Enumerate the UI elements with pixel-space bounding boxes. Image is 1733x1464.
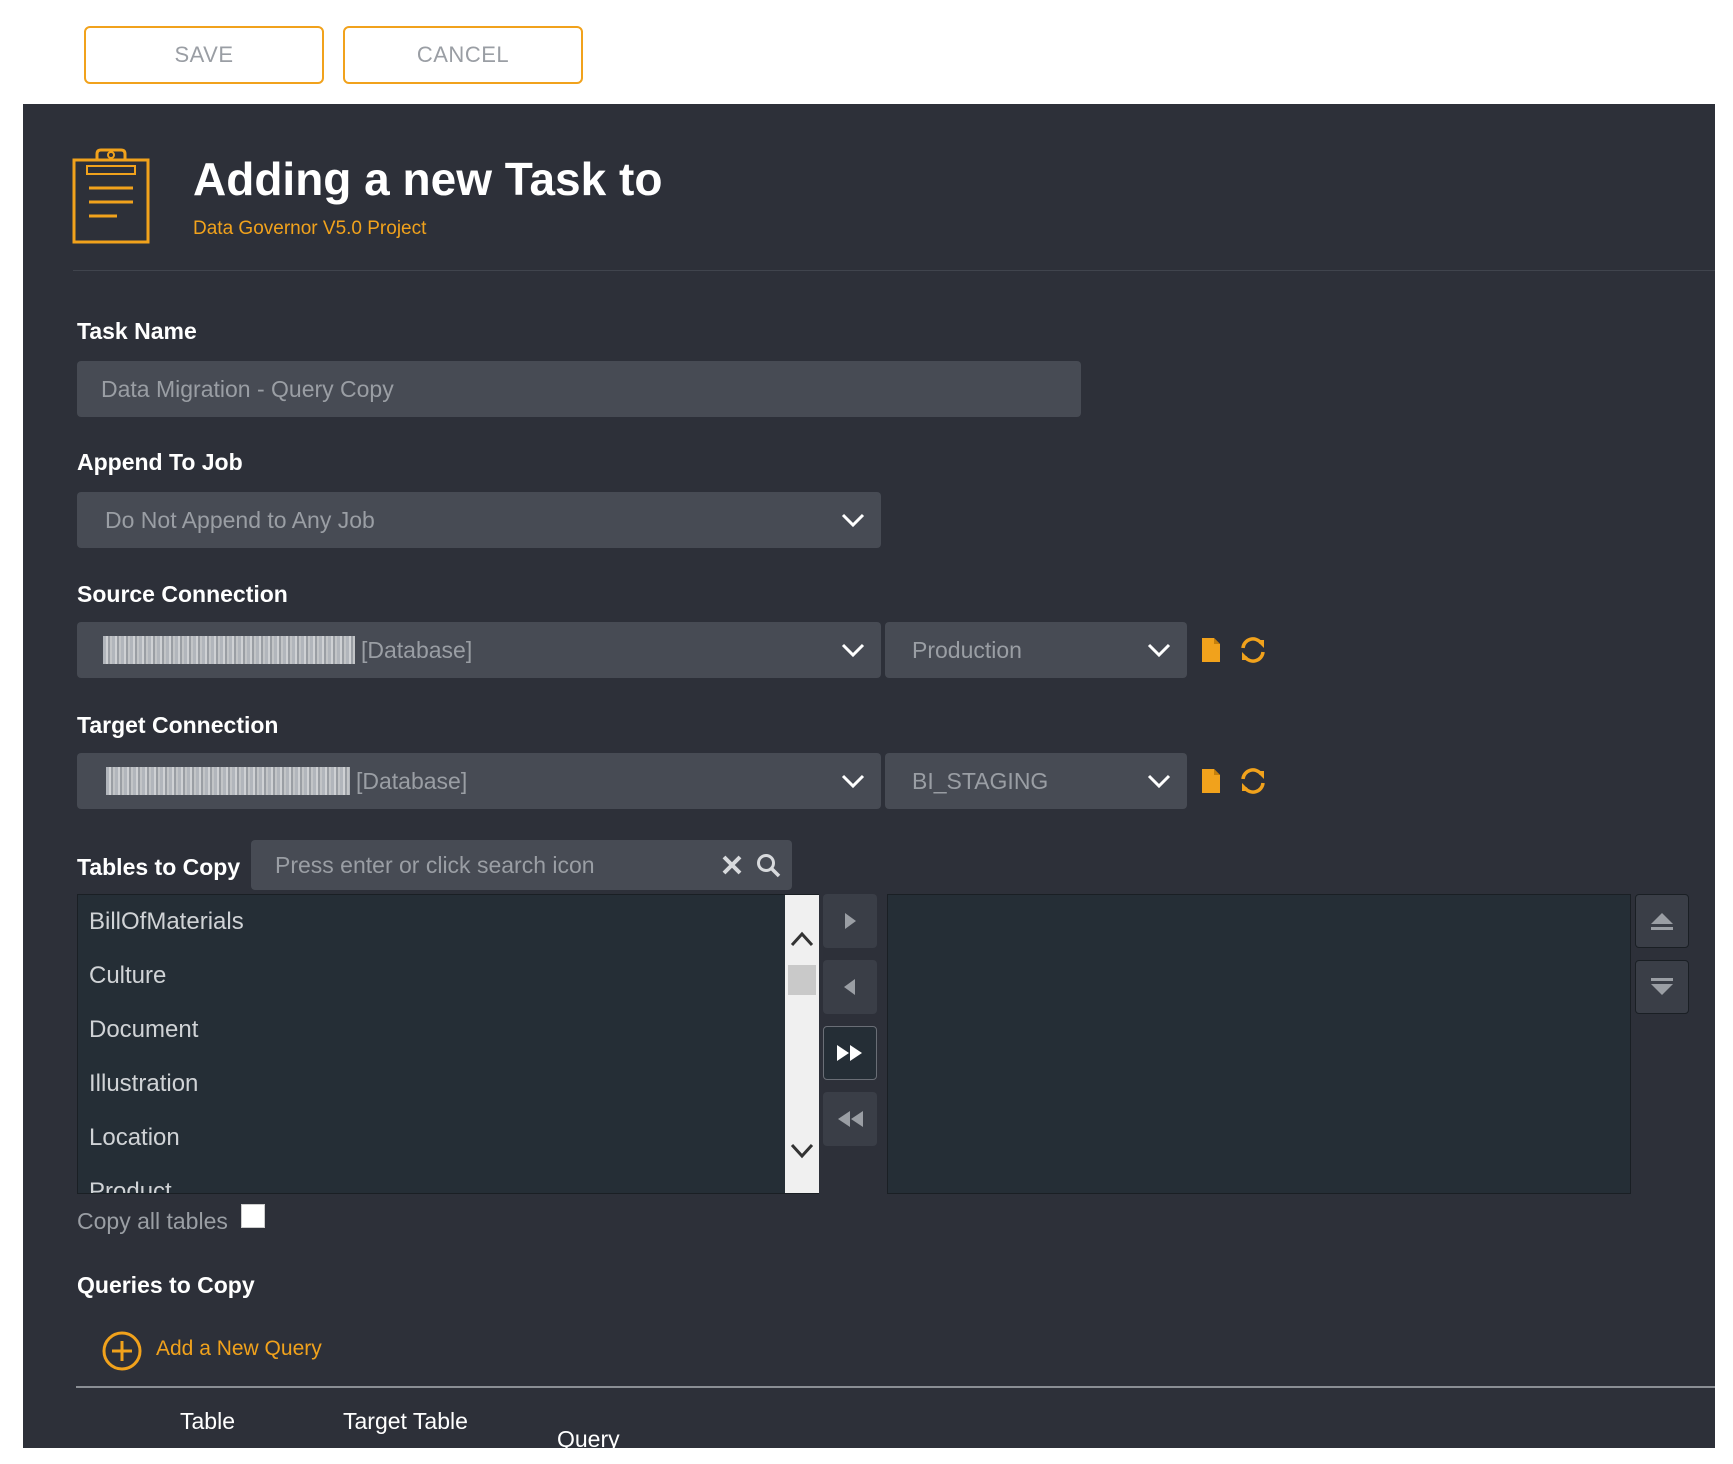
move-up-button[interactable] (1635, 894, 1689, 948)
chevron-up-icon[interactable] (790, 931, 814, 947)
available-tables-list[interactable]: BillOfMaterials Culture Document Illustr… (77, 894, 819, 1194)
source-connection-suffix: [Database] (361, 636, 473, 663)
chevron-down-icon (1147, 774, 1171, 789)
source-database-value: Production (912, 636, 1022, 663)
copy-all-tables-checkbox[interactable] (241, 1204, 265, 1228)
move-up-icon (1651, 913, 1673, 930)
caret-left-icon (844, 979, 855, 995)
move-all-left-button[interactable] (823, 1092, 877, 1146)
list-item[interactable]: Illustration (78, 1057, 818, 1111)
column-header-target-table: Target Table (343, 1408, 468, 1434)
source-database-select[interactable]: Production (885, 622, 1187, 678)
list-item[interactable]: Culture (78, 949, 818, 1003)
target-database-select[interactable]: BI_STAGING (885, 753, 1187, 809)
target-database-value: BI_STAGING (912, 767, 1049, 794)
clear-icon[interactable] (721, 854, 743, 876)
column-header-table: Table (180, 1408, 235, 1434)
move-all-right-button[interactable] (823, 1026, 877, 1080)
chevron-down-icon (841, 774, 865, 789)
project-subtitle: Data Governor V5.0 Project (193, 218, 427, 239)
append-job-label: Append To Job (77, 449, 243, 475)
column-header-query: Query (557, 1426, 620, 1448)
target-connection-select[interactable]: [Database] (77, 753, 881, 809)
double-caret-right-icon (837, 1045, 862, 1061)
target-connection-label: Target Connection (77, 712, 279, 738)
tables-to-copy-label: Tables to Copy (77, 854, 241, 880)
chevron-down-icon (841, 643, 865, 658)
tables-search-placeholder: Press enter or click search icon (275, 851, 595, 878)
redacted-connection-name (106, 767, 350, 795)
move-left-button[interactable] (823, 960, 877, 1014)
source-connection-select[interactable]: [Database] (77, 622, 881, 678)
chevron-down-icon (841, 513, 865, 528)
refresh-icon[interactable] (1239, 636, 1267, 664)
refresh-icon[interactable] (1239, 767, 1267, 795)
caret-right-icon (845, 913, 856, 929)
file-icon[interactable] (1199, 636, 1223, 664)
chevron-down-icon[interactable] (790, 1143, 814, 1159)
save-button[interactable]: SAVE (84, 26, 324, 84)
task-form-panel: Adding a new Task to Data Governor V5.0 … (23, 104, 1715, 1448)
toolbar: SAVE CANCEL (0, 0, 1733, 104)
task-name-label: Task Name (77, 318, 197, 344)
copy-all-tables-label: Copy all tables (77, 1208, 228, 1234)
task-name-value: Data Migration - Query Copy (101, 375, 394, 402)
task-name-input[interactable]: Data Migration - Query Copy (77, 361, 1081, 417)
list-scrollbar[interactable] (785, 895, 819, 1193)
clipboard-icon (72, 148, 150, 244)
double-caret-left-icon (838, 1111, 863, 1127)
cancel-button[interactable]: CANCEL (343, 26, 583, 84)
list-item[interactable]: Document (78, 1003, 818, 1057)
scroll-thumb[interactable] (788, 965, 816, 995)
list-item[interactable]: BillOfMaterials (78, 895, 818, 949)
file-icon[interactable] (1199, 767, 1223, 795)
search-icon[interactable] (756, 853, 782, 879)
append-job-value: Do Not Append to Any Job (105, 506, 375, 533)
move-right-button[interactable] (823, 894, 877, 948)
queries-to-copy-label: Queries to Copy (77, 1272, 255, 1298)
selected-tables-list[interactable] (887, 894, 1631, 1194)
list-item[interactable]: Location (78, 1111, 818, 1165)
target-connection-suffix: [Database] (356, 767, 468, 794)
plus-circle-icon[interactable] (101, 1330, 143, 1372)
queries-table-divider (76, 1386, 1715, 1388)
source-connection-label: Source Connection (77, 581, 288, 607)
add-new-query-link[interactable]: Add a New Query (156, 1337, 322, 1361)
tables-search-input[interactable]: Press enter or click search icon (251, 840, 792, 890)
page-title: Adding a new Task to (193, 153, 663, 205)
move-down-icon (1651, 978, 1673, 995)
header-divider (73, 270, 1715, 271)
move-down-button[interactable] (1635, 960, 1689, 1014)
list-item[interactable]: Product (78, 1165, 818, 1193)
append-job-select[interactable]: Do Not Append to Any Job (77, 492, 881, 548)
chevron-down-icon (1147, 643, 1171, 658)
redacted-connection-name (103, 636, 355, 664)
